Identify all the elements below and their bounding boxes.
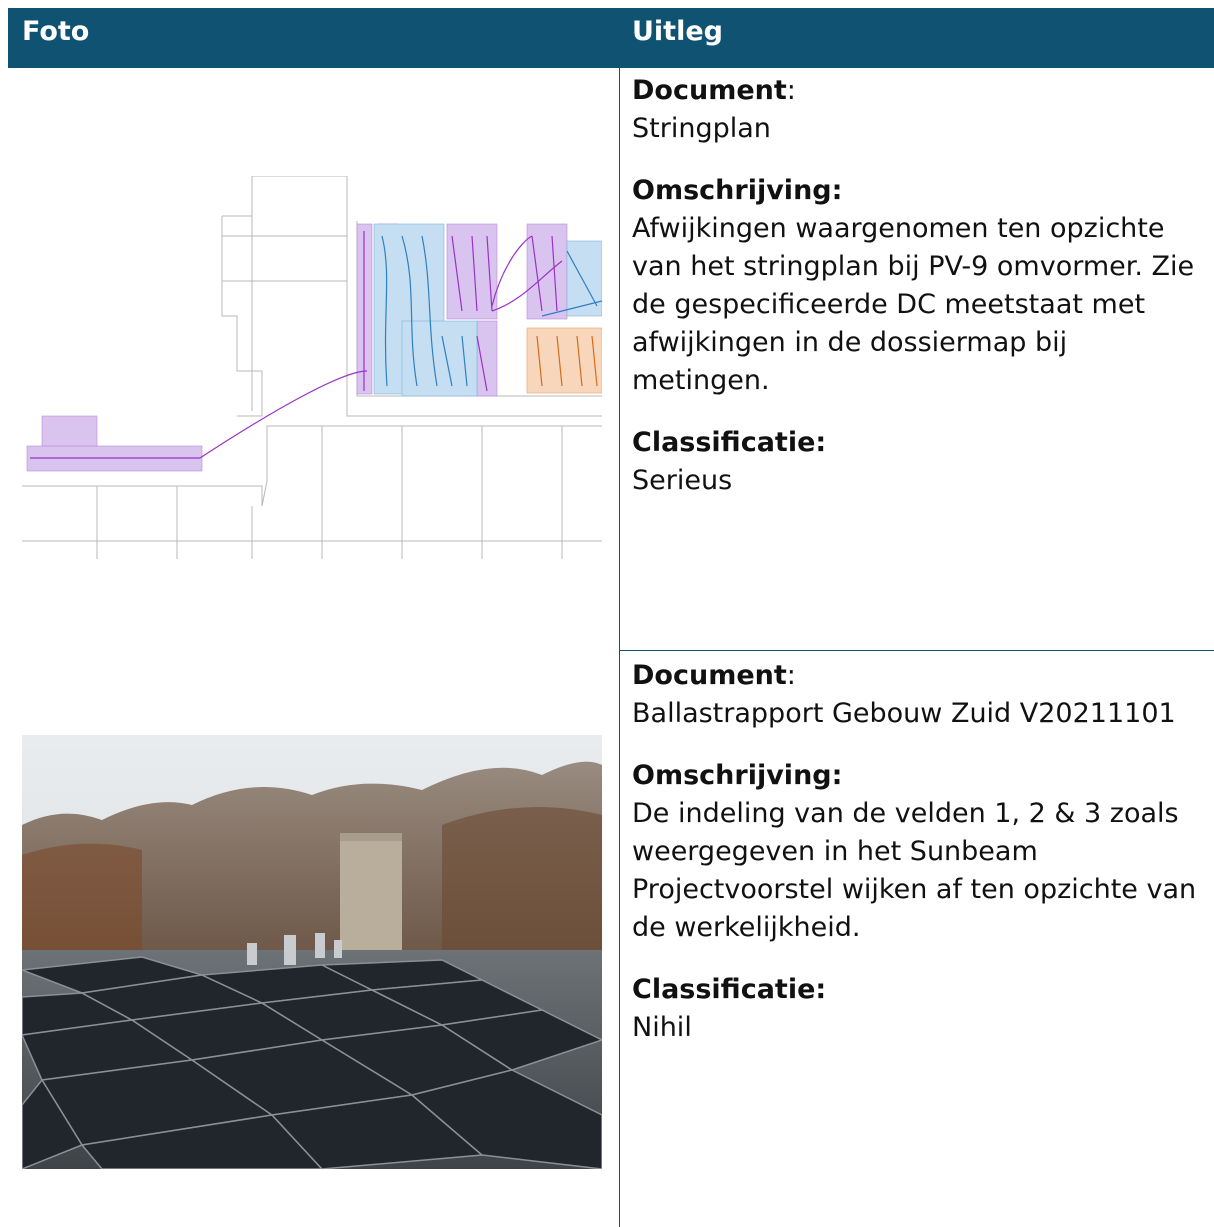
- row-divider: [619, 650, 1214, 651]
- description-value: De indeling van de velden 1, 2 & 3 zoals…: [632, 798, 1197, 943]
- classification-label: Classificatie:: [632, 974, 827, 1005]
- row1-explanation: Document: Stringplan Omschrijving: Afwijki…: [632, 75, 1195, 496]
- classification-label: Classificatie:: [632, 427, 827, 458]
- rooftop-photo: [22, 735, 602, 1169]
- document-value: Stringplan: [632, 113, 771, 144]
- table-header: Foto Uitleg: [8, 8, 1214, 68]
- document-label: Document: [632, 660, 787, 691]
- stringplan-image: [22, 176, 602, 559]
- classification-value: Nihil: [632, 1012, 692, 1043]
- findings-table: Foto Uitleg Document: Stringplan Omschri…: [8, 8, 1214, 1227]
- classification-value: Serieus: [632, 465, 733, 496]
- description-value: Afwijkingen waargenomen ten opzichte van…: [632, 213, 1195, 396]
- column-divider: [619, 68, 620, 1227]
- description-label: Omschrijving:: [632, 175, 843, 206]
- header-photo: Foto: [22, 16, 90, 47]
- document-value: Ballastrapport Gebouw Zuid V20211101: [632, 698, 1176, 729]
- row2-explanation: Document: Ballastrapport Gebouw Zuid V202…: [632, 660, 1197, 1043]
- document-label: Document: [632, 75, 787, 106]
- description-label: Omschrijving:: [632, 760, 843, 791]
- header-explanation: Uitleg: [632, 16, 723, 47]
